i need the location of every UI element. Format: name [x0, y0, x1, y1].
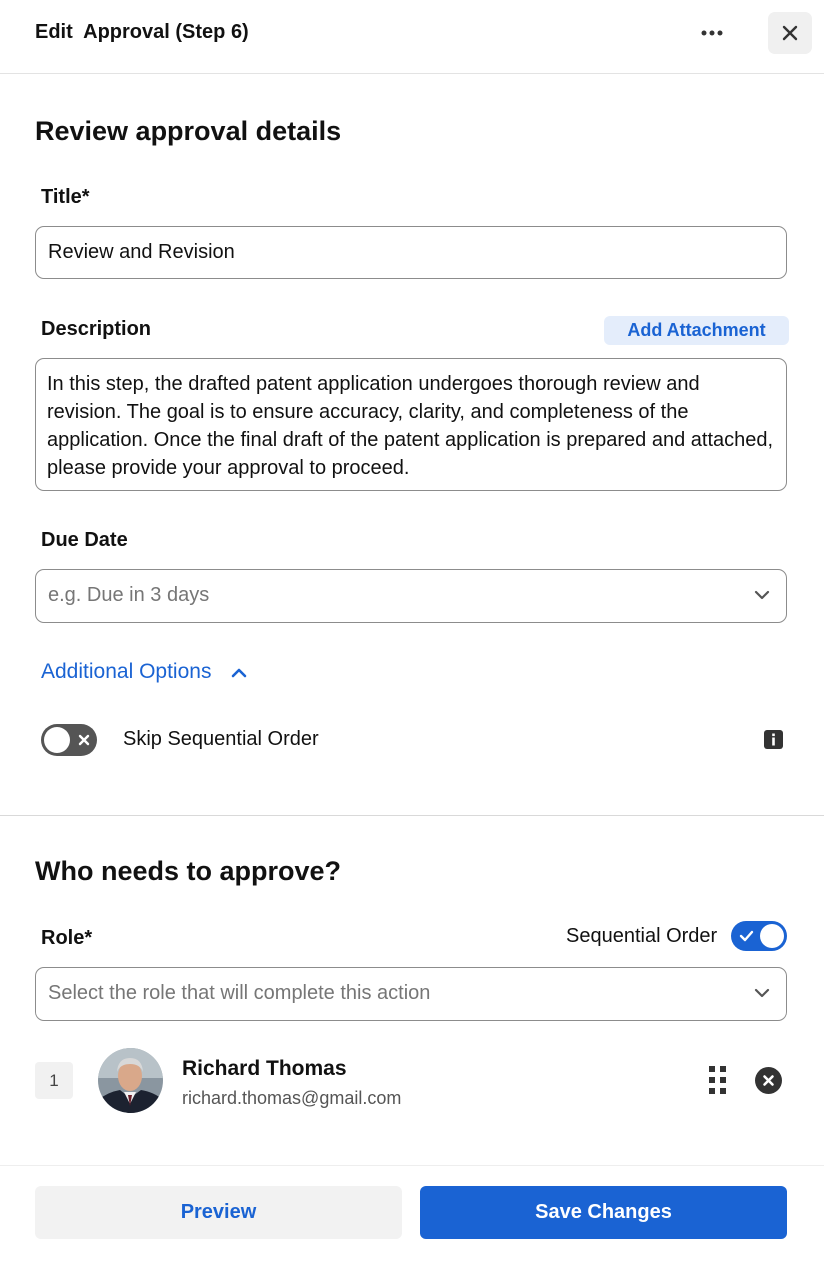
drag-handle-icon[interactable]: [708, 1065, 728, 1100]
approver-order-badge: 1: [35, 1062, 73, 1099]
footer-divider: [0, 1165, 824, 1166]
ellipsis-icon: [701, 30, 723, 36]
panel-header: Edit Approval (Step 6): [0, 0, 824, 74]
check-icon: [739, 930, 754, 942]
close-icon: [782, 25, 798, 41]
avatar-photo: [98, 1048, 163, 1113]
chevron-down-icon: [754, 590, 770, 600]
role-placeholder: Select the role that will complete this …: [48, 982, 431, 1004]
description-textarea[interactable]: In this step, the drafted patent applica…: [35, 358, 787, 491]
skip-sequential-label: Skip Sequential Order: [123, 728, 319, 750]
additional-options-label: Additional Options: [41, 660, 212, 683]
add-attachment-button[interactable]: Add Attachment: [604, 316, 789, 345]
toggle-knob: [760, 924, 784, 948]
description-label: Description: [41, 318, 152, 340]
approver-email: richard.thomas@gmail.com: [182, 1088, 402, 1108]
chevron-down-icon: [754, 988, 770, 998]
close-button[interactable]: [768, 12, 812, 54]
title-label: Title*: [41, 186, 90, 208]
skip-sequential-toggle[interactable]: [41, 724, 97, 756]
due-date-select[interactable]: e.g. Due in 3 days: [35, 569, 787, 623]
sequential-order-label: Sequential Order: [566, 925, 718, 947]
role-label: Role*: [41, 927, 93, 949]
approver-name: Richard Thomas: [182, 1057, 347, 1080]
review-details-heading: Review approval details: [35, 116, 342, 146]
panel-title: Edit Approval (Step 6): [35, 21, 249, 43]
info-icon[interactable]: [764, 730, 783, 749]
section-divider: [0, 815, 824, 816]
role-select[interactable]: Select the role that will complete this …: [35, 967, 787, 1021]
approvers-heading: Who needs to approve?: [35, 856, 342, 886]
due-date-label: Due Date: [41, 529, 128, 551]
save-changes-button[interactable]: Save Changes: [420, 1186, 787, 1239]
due-date-placeholder: e.g. Due in 3 days: [48, 584, 210, 606]
sequential-order-toggle[interactable]: [731, 921, 787, 951]
toggle-knob: [44, 727, 70, 753]
title-input[interactable]: [35, 226, 787, 279]
x-icon: [78, 734, 90, 746]
preview-button[interactable]: Preview: [35, 1186, 402, 1239]
remove-approver-button[interactable]: [755, 1067, 782, 1094]
remove-icon: [763, 1075, 774, 1086]
chevron-up-icon: [232, 668, 247, 678]
avatar: [98, 1048, 163, 1113]
info-glyph: [772, 733, 775, 746]
additional-options-toggle[interactable]: Additional Options: [41, 660, 247, 684]
more-options-button[interactable]: [690, 16, 734, 50]
